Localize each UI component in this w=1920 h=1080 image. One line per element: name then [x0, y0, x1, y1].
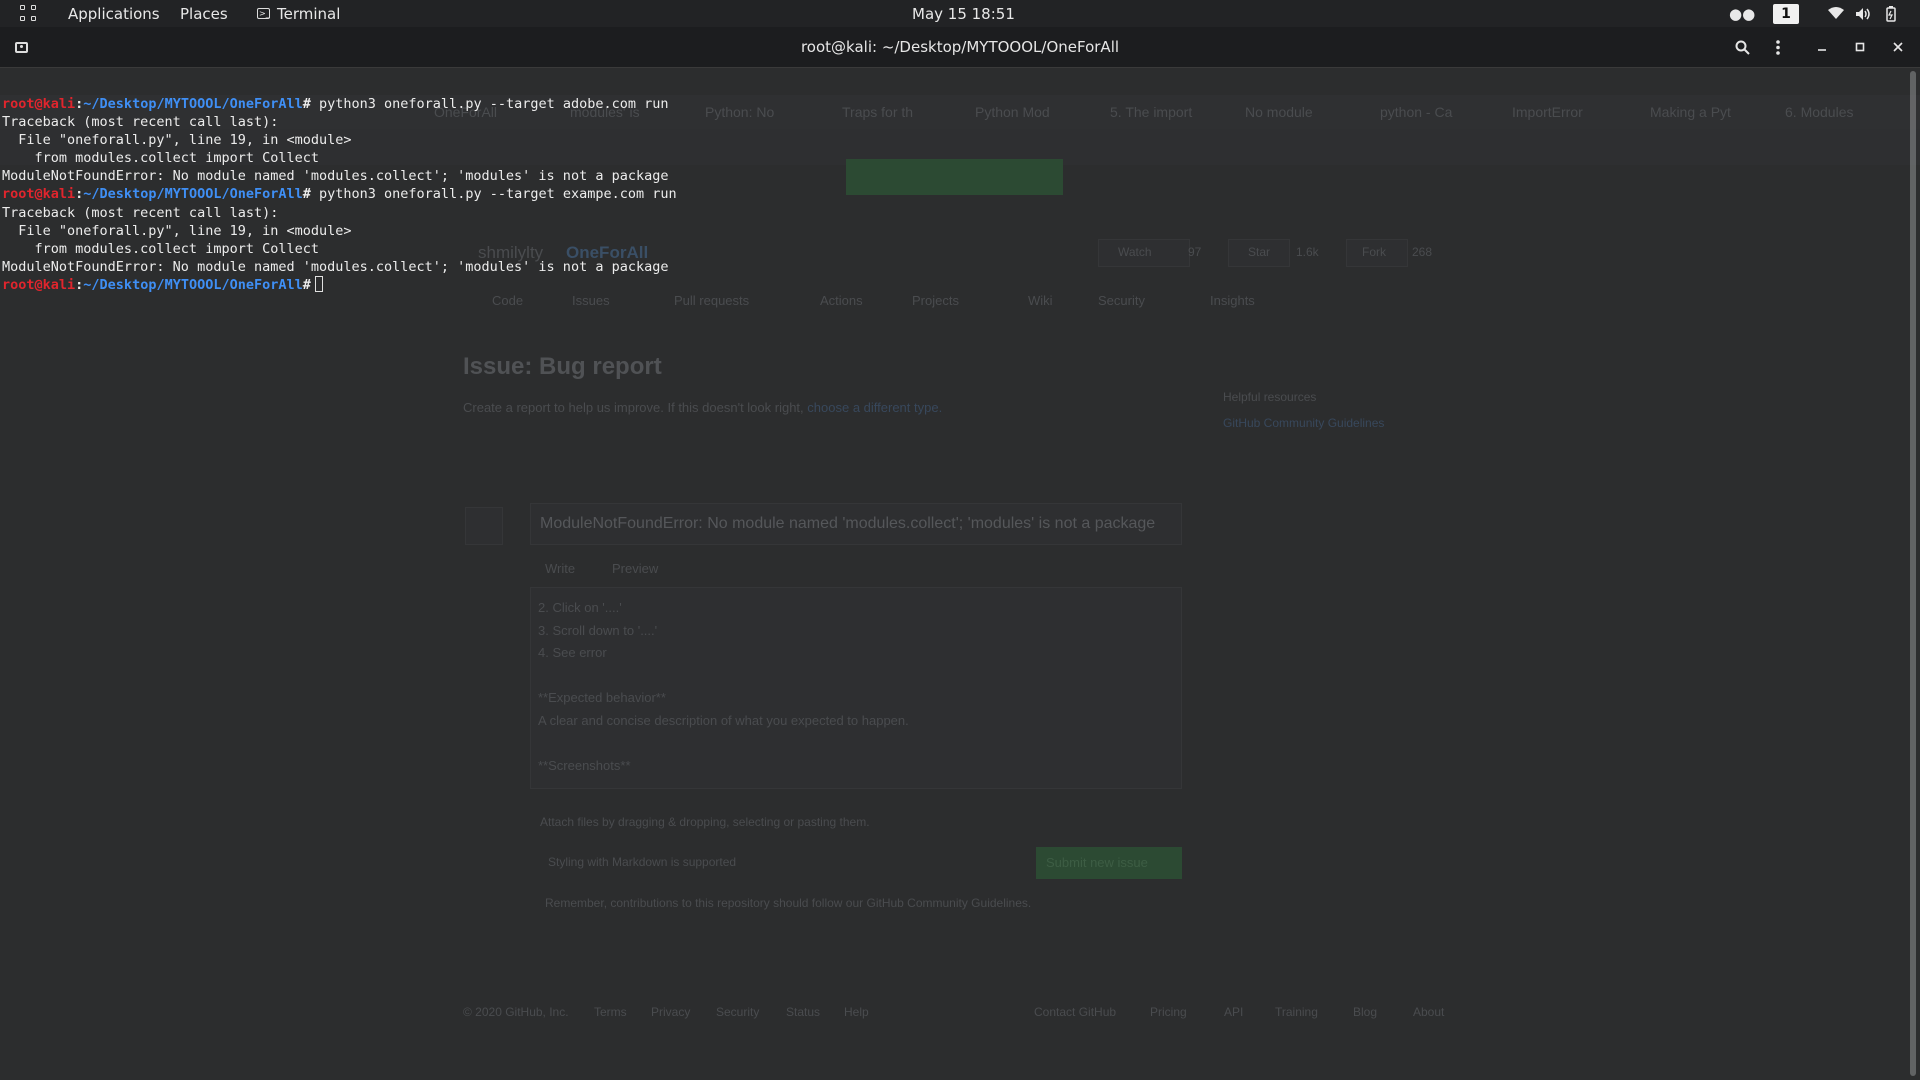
ghost-repo-tab: Security — [1098, 293, 1145, 308]
prompt-path: ~/Desktop/MYTOOOL/OneForAll — [83, 276, 303, 293]
ghost-body-line: 4. See error — [538, 645, 607, 660]
terminal-prompt-line: root@kali:~/Desktop/MYTOOOL/OneForAll# — [2, 275, 1882, 294]
ghost-repo-tab: Pull requests — [674, 293, 750, 308]
ghost-footer-link: Pricing — [1150, 1005, 1187, 1019]
terminal-command: python3 oneforall.py --target exampe.com… — [310, 186, 677, 203]
search-icon[interactable] — [1728, 33, 1756, 61]
terminal-output-line: ModuleNotFoundError: No module named 'mo… — [2, 168, 669, 185]
ghost-repo-tab: Code — [492, 293, 524, 308]
ghost-body-line: **Screenshots** — [538, 757, 631, 773]
ghost-footer-link: Security — [716, 1005, 760, 1019]
prompt-symbol: # — [302, 276, 311, 293]
ghost-footer-link: Terms — [594, 1005, 627, 1019]
battery-icon[interactable] — [1886, 0, 1896, 27]
window-title: root@kali: ~/Desktop/MYTOOOL/OneForAll — [800, 38, 1120, 56]
ghost-repo-tab: Projects — [912, 293, 959, 308]
ghost-body-line: **Expected behavior** — [538, 690, 666, 705]
prompt-symbol: # — [302, 186, 311, 203]
terminal-output-line: Traceback (most recent call last): — [2, 114, 279, 131]
people-icon[interactable]: ●● — [1729, 0, 1755, 27]
apps-grid-icon[interactable] — [20, 4, 38, 22]
ghost-submit-label: Submit new issue — [1046, 855, 1148, 870]
ghost-footer-link: Status — [786, 1005, 821, 1019]
workspace-indicator[interactable]: 1 — [1773, 0, 1799, 27]
window-titlebar[interactable]: root@kali: ~/Desktop/MYTOOOL/OneForAll — [0, 27, 1920, 68]
terminal-scrollbar[interactable] — [1910, 71, 1916, 1076]
ghost-footer-link: API — [1224, 1005, 1244, 1019]
ghost-sidebar-link: GitHub Community Guidelines — [1223, 416, 1385, 430]
applications-menu[interactable]: Applications — [68, 0, 160, 27]
ghost-avatar — [465, 507, 503, 545]
places-menu[interactable]: Places — [180, 0, 228, 27]
prompt-path: ~/Desktop/MYTOOOL/OneForAll — [83, 186, 303, 203]
terminal-app-menu[interactable]: >_ Terminal — [257, 0, 340, 27]
terminal-command: python3 oneforall.py --target adobe.com … — [310, 96, 669, 112]
prompt-path: ~/Desktop/MYTOOOL/OneForAll — [83, 96, 303, 112]
minimize-icon[interactable] — [1808, 33, 1836, 61]
prompt-symbol: # — [302, 96, 311, 112]
ghost-body-line: 2. Click on '....' — [538, 600, 622, 615]
terminal-output-line: from modules.collect import Collect — [2, 240, 319, 257]
ghost-issue-sub: Create a report to help us improve. If t… — [463, 400, 942, 415]
ghost-guidelines: Remember, contributions to this reposito… — [545, 896, 1032, 910]
ghost-footer-link: About — [1413, 1005, 1445, 1019]
ghost-footer-link: Privacy — [651, 1005, 691, 1019]
volume-icon[interactable] — [1855, 0, 1871, 27]
ghost-sidebar-heading: Helpful resources — [1223, 390, 1317, 404]
menu-icon[interactable] — [1764, 33, 1792, 61]
gnome-top-bar: Applications Places >_ Terminal May 15 1… — [0, 0, 1920, 27]
ghost-editor-tab: Preview — [612, 561, 659, 576]
prompt-user: root@kali — [2, 186, 76, 203]
ghost-footer-link: Contact GitHub — [1034, 1005, 1117, 1019]
terminal-output-line: from modules.collect import Collect — [2, 150, 319, 167]
prompt-user: root@kali — [2, 96, 76, 112]
terminal-prompt-line: root@kali:~/Desktop/MYTOOOL/OneForAll# p… — [2, 185, 1882, 203]
clock[interactable]: May 15 18:51 — [912, 0, 1015, 27]
close-icon[interactable] — [1884, 33, 1912, 61]
ghost-body-line: 3. Scroll down to '....' — [538, 622, 658, 638]
ghost-issue-heading: Issue: Bug report — [463, 353, 662, 380]
ghost-attach-hint: Attach files by dragging & dropping, sel… — [540, 815, 870, 829]
terminal-cursor — [314, 275, 323, 292]
ghost-issue-sub-link: choose a different type. — [807, 400, 943, 415]
terminal-icon: >_ — [257, 8, 270, 19]
ghost-repo-tab: Actions — [820, 293, 863, 308]
workspace-badge: 1 — [1773, 3, 1799, 24]
ghost-body-line: A clear and concise description of what … — [538, 712, 909, 728]
terminal-app-label: Terminal — [277, 4, 341, 23]
ghost-repo-tab: Wiki — [1028, 293, 1053, 308]
prompt-user: root@kali — [2, 276, 76, 293]
ghost-footer-link: Training — [1275, 1005, 1318, 1019]
terminal-output[interactable]: root@kali:~/Desktop/MYTOOOL/OneForAll# p… — [2, 95, 1882, 294]
wifi-icon[interactable] — [1828, 0, 1844, 27]
ghost-editor-tab: Write — [545, 561, 576, 576]
terminal-prompt-line: root@kali:~/Desktop/MYTOOOL/OneForAll# p… — [2, 95, 1882, 113]
ghost-issue-title: ModuleNotFoundError: No module named 'mo… — [540, 515, 1156, 532]
maximize-icon[interactable] — [1846, 33, 1874, 61]
ghost-markdown-hint: Styling with Markdown is supported — [548, 855, 737, 869]
terminal-output-line: Traceback (most recent call last): — [2, 204, 279, 221]
ghost-body-text: 2. Click on '....' 3. Scroll down to '...… — [538, 597, 909, 777]
terminal-window: root@kali: ~/Desktop/MYTOOOL/OneForAll O… — [0, 27, 1920, 1080]
ghost-footer-link: Blog — [1353, 1005, 1378, 1019]
terminal-output-line: File "oneforall.py", line 19, in <module… — [2, 222, 352, 239]
ghost-repo-tab: Insights — [1210, 293, 1255, 308]
terminal-output-line: ModuleNotFoundError: No module named 'mo… — [2, 258, 669, 275]
ghost-repo-tab: Issues — [572, 293, 610, 308]
ghost-issue-sub-text: Create a report to help us improve. If t… — [463, 400, 804, 415]
ghost-footer-link: Help — [844, 1005, 869, 1019]
terminal-output-line: File "oneforall.py", line 19, in <module… — [2, 132, 352, 149]
ghost-footer-link: © 2020 GitHub, Inc. — [463, 1005, 569, 1019]
